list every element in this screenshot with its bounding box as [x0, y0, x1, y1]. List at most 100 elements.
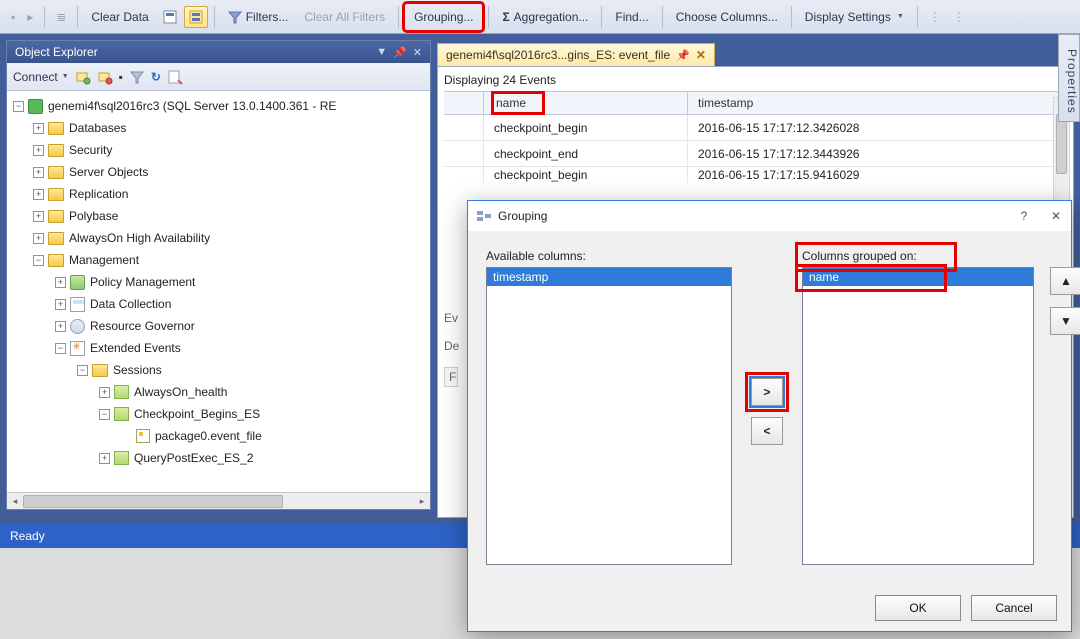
h-scrollbar[interactable]: ◂ ▸	[7, 492, 430, 509]
filters-button[interactable]: Filters...	[221, 6, 296, 28]
scroll-thumb[interactable]	[1056, 114, 1067, 174]
display-count: Displaying 24 Events	[444, 71, 1067, 91]
cell: checkpoint_end	[484, 141, 688, 167]
close-icon[interactable]: ✕	[413, 46, 422, 59]
tree-item[interactable]: Policy Management	[90, 275, 195, 289]
move-down-button[interactable]: ▼	[1050, 307, 1080, 335]
tree-item[interactable]: AlwaysOn_health	[134, 385, 227, 399]
properties-tab[interactable]: Properties	[1058, 34, 1080, 122]
expander-icon[interactable]: +	[99, 387, 110, 398]
view-mode1-icon[interactable]	[158, 6, 182, 28]
expander-icon[interactable]: +	[33, 123, 44, 134]
available-columns-list[interactable]: timestamp	[486, 267, 732, 565]
expander-icon[interactable]: +	[55, 299, 66, 310]
grouping-button[interactable]: Grouping...	[405, 4, 482, 30]
help-icon[interactable]: ?	[1017, 209, 1031, 223]
pin-icon[interactable]: 📌	[393, 46, 407, 59]
expander-icon[interactable]: −	[55, 343, 66, 354]
ok-button[interactable]: OK	[875, 595, 961, 621]
folder-icon	[48, 254, 64, 267]
status-text: Ready	[10, 529, 45, 543]
resource-governor-icon	[70, 319, 85, 334]
tree-item[interactable]: Polybase	[69, 209, 118, 223]
tree-item[interactable]: Sessions	[113, 363, 162, 377]
expander-icon[interactable]: +	[33, 211, 44, 222]
refresh-icon[interactable]: ↻	[151, 70, 161, 84]
list-item[interactable]: timestamp	[487, 268, 731, 286]
choose-columns-button[interactable]: Choose Columns...	[669, 6, 785, 28]
close-icon[interactable]: ✕	[696, 48, 706, 62]
overflow1-icon[interactable]: ⋮	[924, 6, 946, 28]
expander-icon[interactable]: +	[55, 277, 66, 288]
tree-item[interactable]: Data Collection	[90, 297, 171, 311]
grouping-dialog: Grouping ? ✕ Available columns: timestam…	[467, 200, 1072, 632]
scroll-left-icon[interactable]: ◂	[7, 493, 23, 510]
cancel-button[interactable]: Cancel	[971, 595, 1057, 621]
aggregation-button[interactable]: Σ Aggregation...	[495, 6, 595, 28]
expander-icon[interactable]: −	[99, 409, 110, 420]
expander-icon[interactable]: +	[33, 167, 44, 178]
expander-icon[interactable]: +	[33, 233, 44, 244]
pin-icon[interactable]: 📌	[676, 49, 690, 62]
filter-tree-icon[interactable]	[129, 69, 145, 85]
tree-item[interactable]: Extended Events	[90, 341, 181, 355]
object-explorer-panel: Object Explorer ▼ 📌 ✕ Connect▼ ▪ ↻ − gen…	[6, 40, 431, 510]
tree-item[interactable]: Databases	[69, 121, 126, 135]
tree-root[interactable]: genemi4f\sql2016rc3 (SQL Server 13.0.140…	[48, 99, 336, 113]
expander-icon[interactable]: +	[33, 189, 44, 200]
overflow2-icon[interactable]: ⋮	[948, 6, 970, 28]
dropdown-icon[interactable]: ▼	[376, 46, 387, 58]
expander-icon[interactable]: +	[55, 321, 66, 332]
cell: 2016-06-15 17:17:12.3443926	[688, 141, 1067, 167]
view-mode2-icon[interactable]	[184, 6, 208, 28]
script-icon[interactable]	[167, 69, 183, 85]
scroll-right-icon[interactable]: ▸	[414, 493, 430, 510]
table-row[interactable]: checkpoint_begin 2016-06-15 17:17:12.342…	[444, 115, 1067, 141]
expander-icon[interactable]: −	[77, 365, 88, 376]
expander-icon[interactable]: −	[33, 255, 44, 266]
scroll-thumb[interactable]	[23, 495, 283, 508]
tree-item[interactable]: Checkpoint_Begins_ES	[134, 407, 260, 421]
grid-header: name timestamp	[444, 91, 1067, 115]
table-row[interactable]: checkpoint_begin 2016-06-15 17:17:15.941…	[444, 167, 1067, 183]
object-explorer-tree[interactable]: − genemi4f\sql2016rc3 (SQL Server 13.0.1…	[7, 91, 430, 492]
expander-icon[interactable]: −	[13, 101, 24, 112]
clear-data-button[interactable]: Clear Data	[84, 6, 155, 28]
stop-icon[interactable]: ▪	[6, 6, 20, 28]
tab-title: genemi4f\sql2016rc3...gins_ES: event_fil…	[446, 48, 670, 62]
session-icon	[114, 385, 129, 399]
find-button[interactable]: Find...	[608, 6, 655, 28]
close-icon[interactable]: ✕	[1049, 209, 1063, 223]
play-icon[interactable]: ▸	[22, 6, 38, 28]
expander-icon[interactable]: +	[33, 145, 44, 156]
tree-item[interactable]: QueryPostExec_ES_2	[134, 451, 253, 465]
main-toolbar: ▪ ▸ ≣ Clear Data Filters... Clear All Fi…	[0, 0, 1080, 34]
tree-item[interactable]: Security	[69, 143, 112, 157]
move-up-button[interactable]: ▲	[1050, 267, 1080, 295]
tree-item[interactable]: package0.event_file	[155, 429, 262, 443]
package-icon	[136, 429, 150, 443]
grouped-columns-list[interactable]: name	[802, 267, 1034, 565]
tab-event-file[interactable]: genemi4f\sql2016rc3...gins_ES: event_fil…	[437, 43, 715, 66]
connect-button[interactable]: Connect▼	[13, 70, 69, 84]
object-explorer-title-bar: Object Explorer ▼ 📌 ✕	[7, 41, 430, 63]
tree-item[interactable]: Server Objects	[69, 165, 148, 179]
display-settings-button[interactable]: Display Settings▼	[798, 6, 911, 28]
table-row[interactable]: checkpoint_end 2016-06-15 17:17:12.34439…	[444, 141, 1067, 167]
clear-all-filters-button[interactable]: Clear All Filters	[297, 6, 392, 28]
disconnect-server-icon[interactable]	[97, 69, 113, 85]
connect-server-icon[interactable]	[75, 69, 91, 85]
cell: checkpoint_begin	[484, 167, 688, 183]
tree-item[interactable]: Management	[69, 253, 139, 267]
move-right-button[interactable]: >	[751, 378, 783, 406]
feed-icon[interactable]: ≣	[51, 6, 71, 28]
column-header-timestamp[interactable]: timestamp	[688, 92, 1067, 114]
session-icon	[114, 451, 129, 465]
move-left-button[interactable]: <	[751, 417, 783, 445]
tree-item[interactable]: Replication	[69, 187, 128, 201]
stop-conn-icon[interactable]: ▪	[119, 70, 123, 84]
tree-item[interactable]: AlwaysOn High Availability	[69, 231, 210, 245]
expander-icon[interactable]: +	[99, 453, 110, 464]
tree-item[interactable]: Resource Governor	[90, 319, 195, 333]
column-header-name[interactable]: name	[484, 92, 688, 114]
